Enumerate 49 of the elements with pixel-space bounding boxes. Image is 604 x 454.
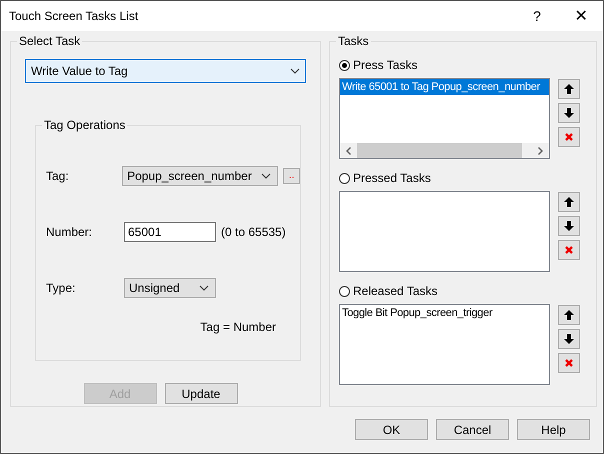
- dialog-button[interactable]: Help: [517, 419, 590, 440]
- up-arrow-icon: [563, 196, 575, 208]
- radio-button[interactable]: [339, 172, 350, 184]
- group-legend: Select Task: [17, 34, 82, 48]
- up-arrow-icon: [563, 309, 575, 321]
- chevron-icon: [199, 285, 209, 291]
- radio-button[interactable]: [339, 60, 350, 70]
- task-item[interactable]: Toggle Bit Popup_screen_trigger: [340, 305, 549, 321]
- move-down-button[interactable]: [558, 216, 580, 236]
- radio-label[interactable]: Pressed Tasks: [353, 171, 431, 185]
- down-arrow-icon: [563, 220, 575, 232]
- dialog-button[interactable]: OK: [355, 419, 428, 440]
- field-label: Tag:: [46, 169, 70, 183]
- window-title: Touch Screen Tasks List: [9, 9, 140, 23]
- radio-label[interactable]: Press Tasks: [353, 58, 418, 72]
- move-up-button[interactable]: [558, 192, 580, 212]
- down-arrow-icon: [563, 107, 575, 119]
- task-list[interactable]: [339, 191, 550, 272]
- move-up-button[interactable]: [558, 79, 580, 99]
- close-icon: [564, 132, 574, 142]
- group-legend: Tag Operations: [42, 118, 128, 132]
- task-list[interactable]: Toggle Bit Popup_screen_trigger: [339, 304, 550, 385]
- up-arrow-icon: [563, 83, 575, 95]
- dialog-button[interactable]: Cancel: [436, 419, 509, 440]
- move-down-button[interactable]: [558, 103, 580, 123]
- field-label: Type:: [46, 281, 76, 295]
- tag-dropdown[interactable]: Unsigned: [124, 278, 216, 298]
- task-item[interactable]: Write 65001 to Tag Popup_screen_number: [340, 79, 549, 95]
- close-button[interactable]: ✕: [559, 1, 603, 31]
- close-icon: [564, 358, 574, 368]
- radio-button[interactable]: [339, 286, 350, 296]
- task-dropdown[interactable]: Write Value to Tag: [25, 59, 306, 83]
- move-up-button[interactable]: [558, 305, 580, 325]
- action-button[interactable]: Update: [164, 383, 238, 404]
- down-arrow-icon: [563, 333, 575, 345]
- help-button[interactable]: ?: [515, 1, 559, 31]
- number-field[interactable]: 65001: [124, 222, 216, 242]
- range-hint: (0 to 65535): [221, 225, 286, 239]
- field-label: Number:: [46, 225, 94, 239]
- task-list[interactable]: Write 65001 to Tag Popup_screen_number: [339, 78, 550, 159]
- radio-label[interactable]: Released Tasks: [353, 284, 438, 298]
- group-legend: Tasks: [336, 34, 371, 48]
- close-icon: [564, 245, 574, 255]
- horizontal-scrollbar[interactable]: [340, 143, 549, 158]
- formula-text: Tag = Number: [200, 320, 276, 334]
- tag-dropdown[interactable]: Popup_screen_number: [122, 166, 278, 186]
- chevron-icon: [261, 173, 272, 179]
- move-down-button[interactable]: [558, 329, 580, 349]
- chevron-icon: [290, 68, 300, 74]
